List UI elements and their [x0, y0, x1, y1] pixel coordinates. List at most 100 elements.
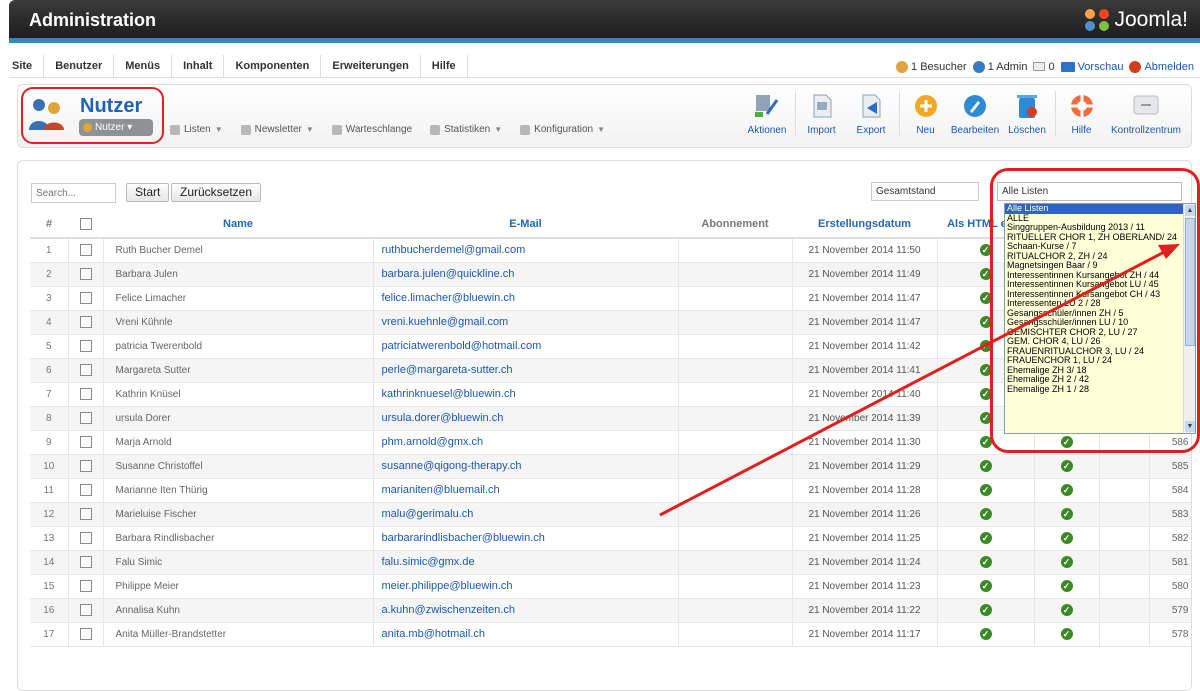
subscriber-email[interactable]: patriciatwerenbold@hotmail.com	[373, 334, 679, 359]
subscriber-email[interactable]: kathrinknuesel@bluewin.ch	[373, 382, 679, 407]
subscriber-name[interactable]: Falu Simic	[103, 550, 374, 575]
row-select-cell[interactable]	[68, 454, 104, 479]
row-checkbox[interactable]	[79, 244, 92, 257]
row-checkbox[interactable]	[79, 580, 92, 593]
select-all-checkbox[interactable]	[79, 217, 92, 230]
row-select-cell[interactable]	[68, 430, 104, 455]
row-checkbox[interactable]	[79, 268, 92, 281]
dropdown-scrollbar[interactable]: ▲ ▼	[1183, 204, 1195, 433]
subscriber-name[interactable]: Philippe Meier	[103, 574, 374, 599]
column-header-email[interactable]: E-Mail	[373, 210, 678, 239]
html-status-cell[interactable]: ✓	[937, 574, 1035, 599]
subscriber-name[interactable]: Barbara Julen	[103, 262, 374, 287]
row-select-cell[interactable]	[68, 622, 104, 647]
row-select-cell[interactable]	[68, 478, 104, 503]
confirmed-status-cell[interactable]: ✓	[1034, 550, 1100, 575]
subscriber-name[interactable]: Vreni Kühnle	[103, 310, 374, 335]
menu-menus[interactable]: Menüs	[114, 54, 173, 78]
check-icon[interactable]: ✓	[1060, 604, 1073, 616]
check-icon[interactable]: ✓	[979, 628, 992, 640]
menu-komponenten[interactable]: Komponenten	[224, 54, 322, 78]
table-row[interactable]: 10 Susanne Christoffel susanne@qigong-ther…	[30, 454, 1191, 479]
check-icon[interactable]: ✓	[979, 508, 992, 520]
check-icon[interactable]: ✓	[979, 580, 992, 592]
menu-benutzer[interactable]: Benutzer	[44, 54, 115, 78]
subscriber-email[interactable]: anita.mb@hotmail.ch	[373, 622, 679, 647]
row-checkbox[interactable]	[79, 556, 92, 569]
row-checkbox[interactable]	[79, 484, 92, 497]
row-checkbox[interactable]	[79, 316, 92, 329]
row-select-cell[interactable]	[68, 406, 104, 431]
subscriber-email[interactable]: marianiten@bluemail.ch	[373, 478, 679, 503]
table-row[interactable]: 12 Marieluise Fischer malu@gerimalu.ch 21 N…	[30, 502, 1191, 527]
subscriber-name[interactable]: Annalisa Kuhn	[103, 598, 374, 623]
row-checkbox[interactable]	[79, 340, 92, 353]
subscriber-email[interactable]: meier.philippe@bluewin.ch	[373, 574, 679, 599]
table-row[interactable]: 11 Marianne Iten Thürig marianiten@bluemai…	[30, 478, 1191, 503]
row-select-cell[interactable]	[68, 382, 104, 407]
check-icon[interactable]: ✓	[979, 556, 992, 568]
confirmed-status-cell[interactable]: ✓	[1034, 454, 1100, 479]
check-icon[interactable]: ✓	[1060, 460, 1073, 472]
check-icon[interactable]: ✓	[1060, 532, 1073, 544]
check-icon[interactable]: ✓	[1060, 580, 1073, 592]
submenu-listen[interactable]: Listen ▼	[170, 124, 223, 135]
menu-hilfe[interactable]: Hilfe	[421, 54, 468, 78]
table-row[interactable]: 15 Philippe Meier meier.philippe@bluewin.c…	[30, 574, 1191, 599]
row-select-cell[interactable]	[68, 574, 104, 599]
subscriber-name[interactable]: ursula Dorer	[103, 406, 374, 431]
submenu-warteschlange[interactable]: Warteschlange	[331, 124, 412, 135]
html-status-cell[interactable]: ✓	[937, 502, 1035, 527]
help-button[interactable]: Hilfe	[1055, 91, 1103, 136]
row-select-cell[interactable]	[68, 550, 104, 575]
row-select-cell[interactable]	[68, 526, 104, 551]
row-checkbox[interactable]	[79, 436, 92, 449]
subscriber-email[interactable]: perle@margareta-sutter.ch	[373, 358, 679, 383]
subscriber-email[interactable]: felice.limacher@bluewin.ch	[373, 286, 679, 311]
check-icon[interactable]: ✓	[979, 484, 992, 496]
subscriber-name[interactable]: Marieluise Fischer	[103, 502, 374, 527]
subscriber-name[interactable]: Barbara Rindlisbacher	[103, 526, 374, 551]
confirmed-status-cell[interactable]: ✓	[1034, 622, 1100, 647]
html-status-cell[interactable]: ✓	[937, 598, 1035, 623]
delete-button[interactable]: Löschen	[1003, 91, 1051, 136]
menu-site[interactable]: Site	[9, 54, 45, 78]
confirmed-status-cell[interactable]: ✓	[1034, 526, 1100, 551]
confirmed-status-cell[interactable]: ✓	[1034, 502, 1100, 527]
row-checkbox[interactable]	[79, 508, 92, 521]
row-select-cell[interactable]	[68, 238, 104, 263]
subscriber-email[interactable]: vreni.kuehnle@gmail.com	[373, 310, 679, 335]
column-header-select[interactable]	[68, 210, 103, 239]
subscriber-name[interactable]: patricia Twerenbold	[103, 334, 374, 359]
subscriber-email[interactable]: ruthbucherdemel@gmail.com	[373, 238, 679, 263]
column-header-created[interactable]: Erstellungsdatum	[792, 210, 937, 239]
row-select-cell[interactable]	[68, 358, 104, 383]
dropdown-option[interactable]: Ehemalige ZH 1 / 28	[1005, 384, 1195, 395]
row-select-cell[interactable]	[68, 310, 104, 335]
subscriber-name[interactable]: Anita Müller-Brandstetter	[103, 622, 374, 647]
check-icon[interactable]: ✓	[1060, 628, 1073, 640]
column-header-name[interactable]: Name	[103, 210, 373, 239]
table-row[interactable]: 14 Falu Simic falu.simic@gmx.de 21 November…	[30, 550, 1191, 575]
subscriber-email[interactable]: barbararindlisbacher@bluewin.ch	[373, 526, 679, 551]
confirmed-status-cell[interactable]: ✓	[1034, 574, 1100, 599]
row-select-cell[interactable]	[68, 334, 104, 359]
table-row[interactable]: 13 Barbara Rindlisbacher barbararindlisbac…	[30, 526, 1191, 551]
row-checkbox[interactable]	[79, 412, 92, 425]
subscriber-name[interactable]: Margareta Sutter	[103, 358, 374, 383]
row-select-cell[interactable]	[68, 502, 104, 527]
subscriber-email[interactable]: susanne@qigong-therapy.ch	[373, 454, 679, 479]
subscriber-email[interactable]: falu.simic@gmx.de	[373, 550, 679, 575]
row-checkbox[interactable]	[79, 604, 92, 617]
lists-dropdown[interactable]: Alle Listen ALLE Singgruppen-Ausbildung 20…	[1004, 203, 1196, 434]
subscriber-name[interactable]: Marja Arnold	[103, 430, 374, 455]
submenu-newsletter[interactable]: Newsletter ▼	[240, 124, 314, 135]
check-icon[interactable]: ✓	[979, 604, 992, 616]
table-row[interactable]: 17 Anita Müller-Brandstetter anita.mb@hotm…	[30, 622, 1191, 647]
html-status-cell[interactable]: ✓	[937, 454, 1035, 479]
html-status-cell[interactable]: ✓	[937, 622, 1035, 647]
subscriber-email[interactable]: malu@gerimalu.ch	[373, 502, 679, 527]
reset-button[interactable]: Zurücksetzen	[171, 183, 262, 202]
search-input[interactable]	[31, 183, 116, 203]
subscriber-name[interactable]: Kathrin Knüsel	[103, 382, 374, 407]
